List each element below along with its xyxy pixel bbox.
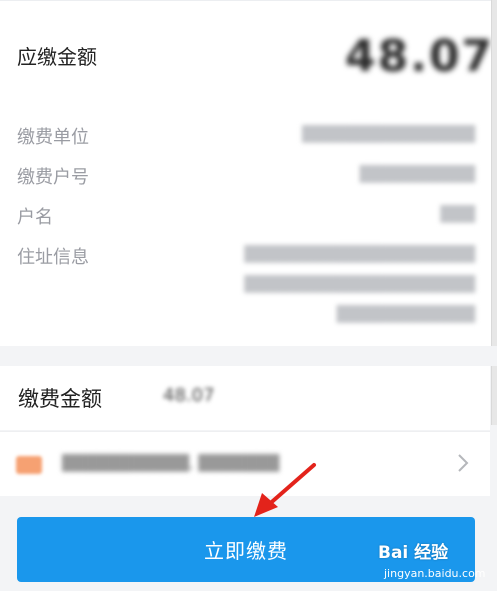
account-name-label: 户名 <box>17 207 53 228</box>
watermark-url: jingyan.baidu.com <box>384 567 486 580</box>
payment-unit-label: 缴费单位 <box>17 127 89 148</box>
address-line-2: ████████████████████ <box>244 275 475 293</box>
section-divider <box>0 346 497 366</box>
account-number-label: 缴费户号 <box>17 167 89 188</box>
baidu-jingyan-watermark: Bai 经验 jingyan.baidu.com <box>378 534 490 584</box>
address-line-1: ████████████████████ <box>244 245 475 263</box>
payment-amount-label: 缴费金额 <box>18 387 102 411</box>
annotation-arrow-icon <box>254 463 316 517</box>
address-label: 住址信息 <box>17 247 89 268</box>
bill-summary-card: 应缴金额 48.07 缴费单位 ███████████████ 缴费户号 ███… <box>0 0 497 346</box>
payment-method-row[interactable]: ███████████, ███████ <box>0 431 490 496</box>
watermark-logo: Bai 经验 <box>378 543 449 563</box>
address-line-3: ████████████ <box>336 305 475 323</box>
amount-due-value: 48.07 <box>345 31 495 82</box>
payment-amount-value: 48.07 <box>163 385 215 406</box>
payment-unit-value: ███████████████ <box>301 125 475 143</box>
payment-method-text: ███████████, ███████ <box>62 454 280 472</box>
payment-amount-row: 缴费金额 48.07 <box>0 366 490 430</box>
chevron-right-icon <box>458 454 469 472</box>
bank-card-icon <box>16 456 42 474</box>
amount-due-label: 应缴金额 <box>17 45 97 69</box>
account-number-value: ██████████ <box>359 165 475 183</box>
account-name-value: ███ <box>440 205 475 223</box>
